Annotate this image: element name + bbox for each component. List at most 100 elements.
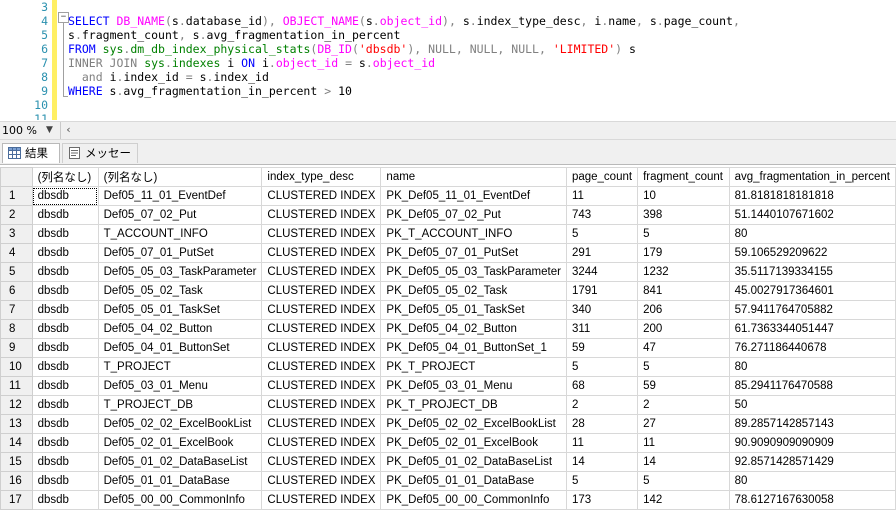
table-cell[interactable]: CLUSTERED INDEX [261,319,382,339]
table-row[interactable]: 1 dbsdb Def05_11_01_EventDef CLUSTERED INDE… [0,186,896,206]
table-cell[interactable]: PK_T_ACCOUNT_INFO [380,224,567,244]
table-cell[interactable]: Def05_01_02_DataBaseList [97,452,263,472]
sql-editor[interactable]: 3 4 5 6 7 8 9 10 11 − SELECT DB_NAME(s.d… [0,0,896,120]
tab-results[interactable]: 結果 [2,143,60,163]
table-cell[interactable]: 173 [565,490,639,510]
table-cell[interactable]: CLUSTERED INDEX [261,243,382,263]
table-cell[interactable]: CLUSTERED INDEX [261,262,382,282]
table-row[interactable]: 4 dbsdb Def05_07_01_PutSet CLUSTERED INDEX P… [0,243,896,263]
results-grid[interactable]: (列名なし) (列名なし) index_type_desc name page_… [0,164,896,512]
table-cell[interactable]: PK_T_PROJECT_DB [380,395,567,415]
table-cell[interactable]: dbsdb [31,224,99,244]
table-cell[interactable]: dbsdb [31,414,99,434]
row-number[interactable]: 7 [0,300,33,320]
table-cell[interactable]: 5 [637,224,730,244]
table-cell[interactable]: 10 [637,186,730,206]
table-cell[interactable]: CLUSTERED INDEX [261,357,382,377]
table-cell[interactable]: PK_Def05_03_01_Menu [380,376,567,396]
column-header[interactable]: name [380,167,567,187]
table-cell[interactable]: dbsdb [31,452,99,472]
table-cell[interactable]: dbsdb [31,338,99,358]
table-cell[interactable]: 80 [728,357,896,377]
table-cell[interactable]: 50 [728,395,896,415]
row-number[interactable]: 15 [0,452,33,472]
table-cell[interactable]: 841 [637,281,730,301]
table-cell[interactable]: PK_Def05_04_01_ButtonSet_1 [380,338,567,358]
table-cell[interactable]: Def05_05_03_TaskParameter [97,262,263,282]
table-cell[interactable]: 5 [637,471,730,491]
table-cell[interactable]: 5 [565,224,639,244]
table-cell[interactable]: dbsdb [31,357,99,377]
table-cell[interactable]: 45.0027917364601 [728,281,896,301]
table-cell[interactable]: dbsdb [31,376,99,396]
scroll-left-icon[interactable]: ‹ [60,122,76,139]
table-cell[interactable]: 59.106529209622 [728,243,896,263]
table-cell[interactable]: 76.271186440678 [728,338,896,358]
table-row[interactable]: 16 dbsdb Def05_01_01_DataBase CLUSTERED IND… [0,471,896,491]
table-cell[interactable]: CLUSTERED INDEX [261,186,382,206]
table-cell[interactable]: 90.9090909090909 [728,433,896,453]
table-cell[interactable]: 1791 [565,281,639,301]
row-number[interactable]: 13 [0,414,33,434]
table-cell[interactable]: 27 [637,414,730,434]
row-number-header[interactable] [0,167,33,187]
table-cell[interactable]: 311 [565,319,639,339]
row-number[interactable]: 8 [0,319,33,339]
table-cell[interactable]: 61.7363344051447 [728,319,896,339]
table-cell[interactable]: CLUSTERED INDEX [261,452,382,472]
table-cell[interactable]: Def05_00_00_CommonInfo [97,490,263,510]
table-row[interactable]: 17 dbsdb Def05_00_00_CommonInfo CLUSTERED I… [0,490,896,510]
table-cell[interactable]: PK_Def05_11_01_EventDef [380,186,567,206]
table-cell[interactable]: dbsdb [31,281,99,301]
table-cell[interactable]: dbsdb [31,471,99,491]
table-cell[interactable]: Def05_07_01_PutSet [97,243,263,263]
table-cell[interactable]: 142 [637,490,730,510]
column-header[interactable]: avg_fragmentation_in_percent [728,167,896,187]
table-cell[interactable]: dbsdb [31,243,99,263]
table-cell[interactable]: 11 [565,433,639,453]
table-cell[interactable]: Def05_05_02_Task [97,281,263,301]
table-cell[interactable]: T_ACCOUNT_INFO [97,224,263,244]
row-number[interactable]: 14 [0,433,33,453]
table-cell[interactable]: dbsdb [31,490,99,510]
row-number[interactable]: 12 [0,395,33,415]
table-cell[interactable]: 57.9411764705882 [728,300,896,320]
table-cell[interactable]: 743 [565,205,639,225]
tab-messages[interactable]: メッセージ [62,143,138,179]
table-row[interactable]: 11 dbsdb Def05_03_01_Menu CLUSTERED INDEX PK… [0,376,896,396]
table-cell[interactable]: PK_Def05_01_01_DataBase [380,471,567,491]
row-number[interactable]: 6 [0,281,33,301]
table-cell[interactable]: dbsdb [31,395,99,415]
row-number[interactable]: 3 [0,224,33,244]
column-header[interactable]: page_count [565,167,639,187]
column-header[interactable]: fragment_count [637,167,730,187]
row-number[interactable]: 4 [0,243,33,263]
table-cell[interactable]: PK_Def05_02_02_ExcelBookList [380,414,567,434]
table-cell[interactable]: 11 [565,186,639,206]
table-cell[interactable]: PK_Def05_00_00_CommonInfo [380,490,567,510]
table-row[interactable]: 5 dbsdb Def05_05_03_TaskParameter CLUSTERED… [0,262,896,282]
table-cell[interactable]: 14 [565,452,639,472]
column-header[interactable]: (列名なし) [97,167,263,187]
row-number[interactable]: 5 [0,262,33,282]
table-row[interactable]: 14 dbsdb Def05_02_01_ExcelBook CLUSTERED IN… [0,433,896,453]
table-cell[interactable]: CLUSTERED INDEX [261,395,382,415]
table-cell[interactable]: 5 [637,357,730,377]
table-cell[interactable]: dbsdb [31,262,99,282]
table-cell[interactable]: Def05_02_02_ExcelBookList [97,414,263,434]
table-cell[interactable]: 80 [728,224,896,244]
table-cell[interactable]: 2 [565,395,639,415]
table-cell[interactable]: Def05_04_01_ButtonSet [97,338,263,358]
table-cell[interactable]: PK_Def05_05_02_Task [380,281,567,301]
table-cell[interactable]: 85.2941176470588 [728,376,896,396]
table-cell[interactable]: Def05_02_01_ExcelBook [97,433,263,453]
table-cell[interactable]: 51.1440107671602 [728,205,896,225]
table-cell[interactable]: dbsdb [31,300,99,320]
table-cell[interactable]: Def05_05_01_TaskSet [97,300,263,320]
table-cell[interactable]: T_PROJECT_DB [97,395,263,415]
row-number[interactable]: 9 [0,338,33,358]
table-cell[interactable]: 5 [565,357,639,377]
table-row[interactable]: 10 dbsdb T_PROJECT CLUSTERED INDEX PK_T_PROJ… [0,357,896,377]
table-cell[interactable]: 2 [637,395,730,415]
table-row[interactable]: 6 dbsdb Def05_05_02_Task CLUSTERED INDEX PK_… [0,281,896,301]
